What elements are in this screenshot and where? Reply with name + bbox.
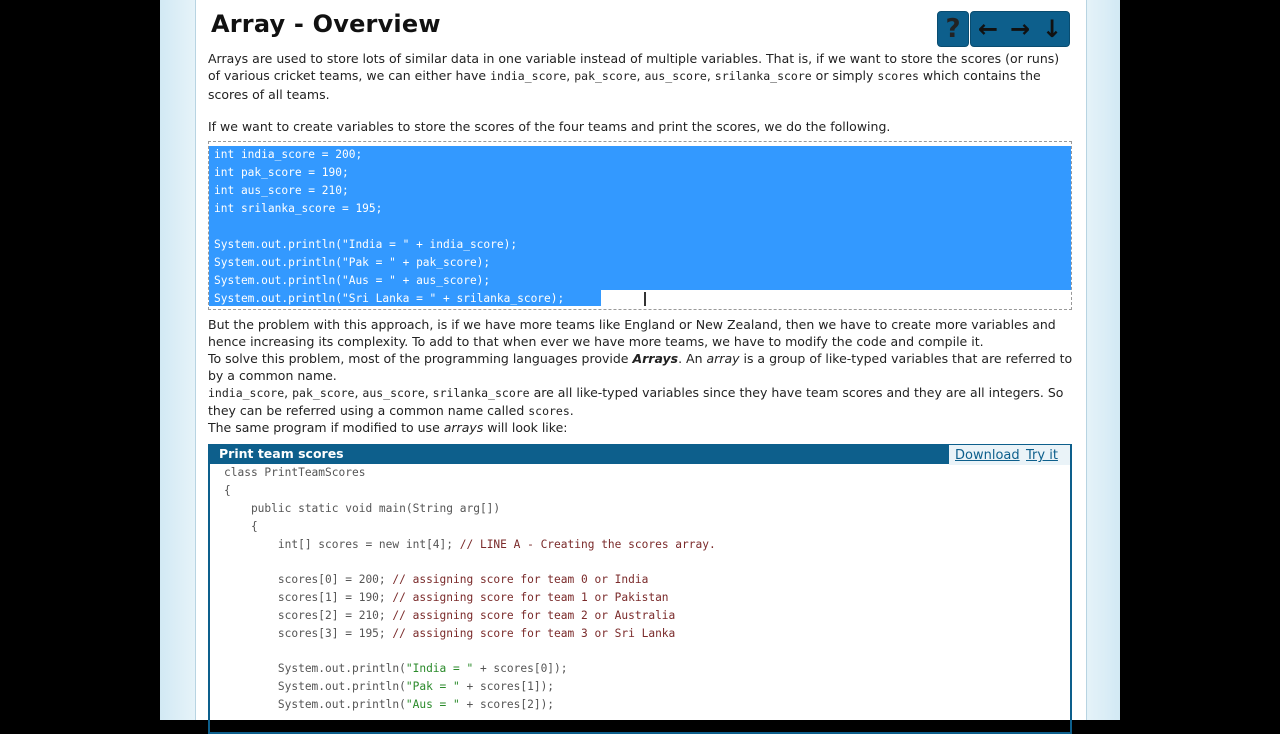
explain-text: will look like: xyxy=(483,420,568,435)
program-code-line: System.out.println("Pak = " + scores[1])… xyxy=(224,680,555,693)
arrays-term: Arrays xyxy=(632,351,679,366)
program-code-line: System.out.println("India = " + scores[0… xyxy=(224,662,568,675)
program-code-line: { xyxy=(224,520,258,533)
intro-text: , xyxy=(636,68,645,84)
nav-buttons: ? ← → ↓ xyxy=(937,11,1070,47)
code-line: System.out.println("Pak = " + pak_score)… xyxy=(214,256,491,269)
arrow-button-group: ← → ↓ xyxy=(970,11,1070,47)
inline-code: pak_score xyxy=(574,69,637,84)
program-header: Print team scores Download Try it xyxy=(210,444,1070,465)
intro-text: , xyxy=(706,68,715,84)
inline-code: srilanka_score xyxy=(714,69,812,84)
explain-text: . An xyxy=(678,351,707,366)
program-links: Download Try it xyxy=(949,445,1070,465)
explain-paragraph-1: But the problem with this approach, is i… xyxy=(208,317,1056,350)
program-code-line: int[] scores = new int[4]; // LINE A - C… xyxy=(224,538,716,551)
text-cursor-icon xyxy=(644,292,646,306)
program-code-line: public static void main(String arg[]) xyxy=(224,502,501,515)
explain-text: . xyxy=(569,403,574,419)
intro-paragraph-2: If we want to create variables to store … xyxy=(208,119,891,134)
explain-text: To solve this problem, most of the progr… xyxy=(208,351,633,366)
code-line: int pak_score = 190; xyxy=(214,166,349,179)
code-line: System.out.println("Aus = " + aus_score)… xyxy=(214,274,491,287)
program-code-line: scores[3] = 195; // assigning score for … xyxy=(224,627,676,640)
program-code-line: scores[0] = 200; // assigning score for … xyxy=(224,573,649,586)
explain-text: , xyxy=(424,385,433,400)
help-icon: ? xyxy=(945,14,961,44)
explain-text: , xyxy=(284,385,293,400)
program-code-line: class PrintTeamScores xyxy=(224,466,366,479)
code-line: int india_score = 200; xyxy=(214,148,363,161)
download-link[interactable]: Download xyxy=(955,446,1020,466)
inline-code: pak_score xyxy=(292,386,355,400)
code-line: int srilanka_score = 195; xyxy=(214,202,383,215)
code-line: System.out.println("India = " + india_sc… xyxy=(214,238,518,251)
code-line: System.out.println("Sri Lanka = " + sril… xyxy=(214,292,565,305)
code-snippet[interactable]: int india_score = 200; int pak_score = 1… xyxy=(208,141,1072,310)
explain-paragraph-2: To solve this problem, most of the progr… xyxy=(208,350,1074,385)
inline-code: srilanka_score xyxy=(432,386,530,400)
intro-text: or simply xyxy=(811,68,878,84)
page-background: Array - Overview ? ← → ↓ Arrays are used t… xyxy=(160,0,1120,734)
page-title: Array - Overview xyxy=(211,10,441,38)
program-code-line: System.out.println("Aus = " + scores[2])… xyxy=(224,698,555,711)
inline-code: aus_score xyxy=(362,386,425,400)
program-box: Print team scores Download Try it class … xyxy=(208,444,1072,734)
program-code-line: scores[1] = 190; // assigning score for … xyxy=(224,591,669,604)
intro-paragraph-1: Arrays are used to store lots of similar… xyxy=(208,50,1070,103)
prev-arrow-icon[interactable]: ← xyxy=(972,12,1004,46)
arrays-term: arrays xyxy=(443,420,484,435)
explain-text: The same program if modified to use xyxy=(208,420,444,435)
code-line: int aus_score = 210; xyxy=(214,184,349,197)
inline-code: scores xyxy=(528,404,570,419)
try-it-link[interactable]: Try it xyxy=(1026,446,1058,466)
down-arrow-icon[interactable]: ↓ xyxy=(1036,12,1068,46)
content-area: Array - Overview ? ← → ↓ Arrays are used t… xyxy=(195,0,1087,734)
explain-paragraph-4: The same program if modified to use arra… xyxy=(208,419,1070,436)
program-code-line: scores[2] = 210; // assigning score for … xyxy=(224,609,676,622)
inline-code: aus_score xyxy=(644,69,707,84)
explain-paragraph-3: india_score, pak_score, aus_score, srila… xyxy=(208,384,1074,421)
array-term: array xyxy=(706,351,740,366)
program-code-line: { xyxy=(224,484,231,497)
program-title: Print team scores xyxy=(219,446,344,461)
inline-code: india_score xyxy=(208,386,285,400)
inline-code: scores xyxy=(877,69,919,84)
inline-code: india_score xyxy=(490,69,567,84)
help-button[interactable]: ? xyxy=(937,11,969,47)
next-arrow-icon[interactable]: → xyxy=(1004,12,1036,46)
